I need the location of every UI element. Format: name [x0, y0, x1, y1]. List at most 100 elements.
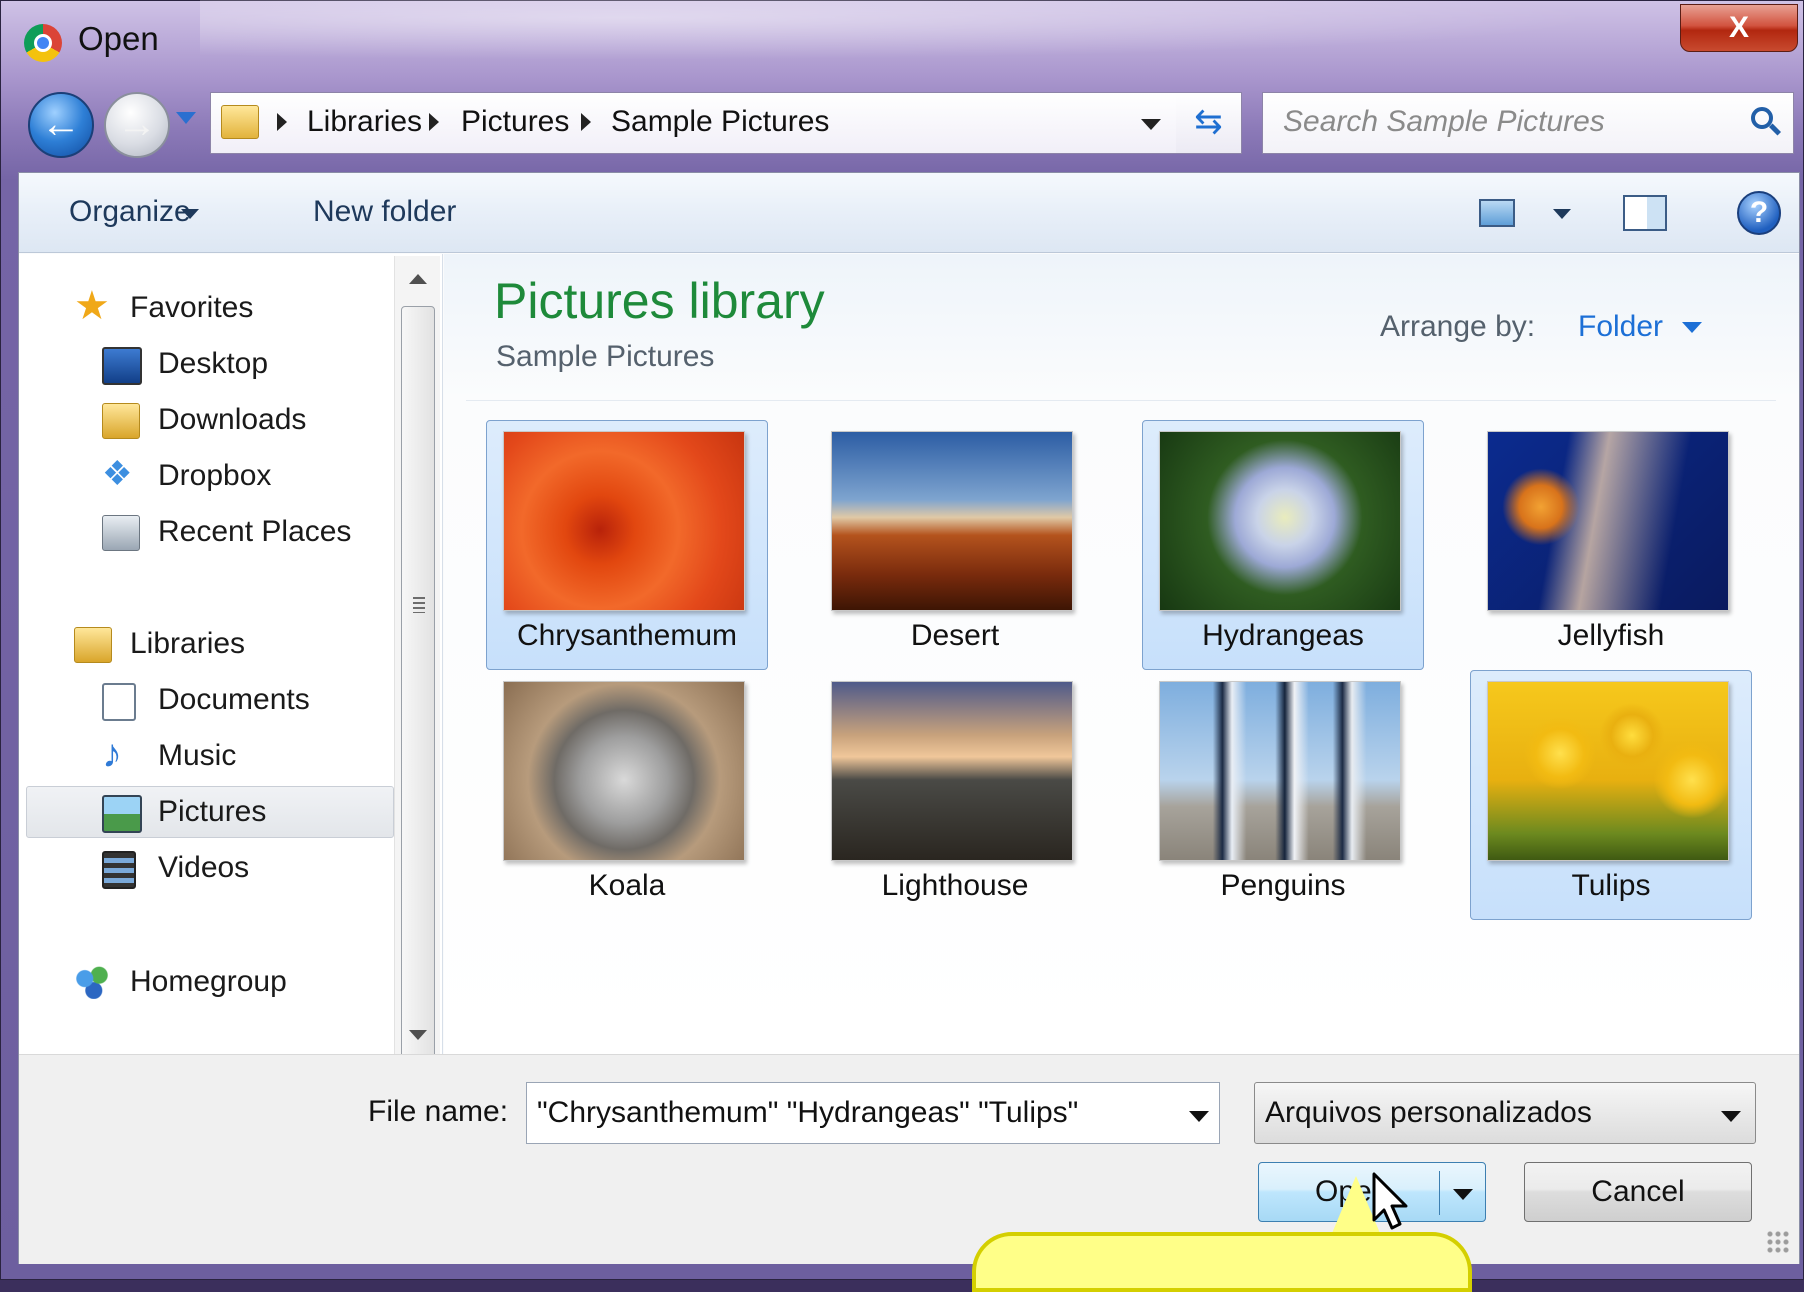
library-subtitle: Sample Pictures [496, 340, 715, 373]
callout-bubble [972, 1232, 1472, 1292]
jellyfish-thumbnail [1487, 431, 1729, 611]
mouse-cursor-icon [1372, 1172, 1408, 1230]
music-icon: ♪ [102, 732, 122, 776]
title-bar-glow [200, 0, 1600, 60]
chrysanthemum-thumbnail [503, 431, 745, 611]
file-tile-jellyfish[interactable]: Jellyfish [1470, 420, 1752, 670]
file-name-chevron-down-icon[interactable] [1189, 1111, 1209, 1122]
hydrangeas-thumbnail [1159, 431, 1401, 611]
nav-label: Music [158, 739, 237, 772]
search-box[interactable]: Search Sample Pictures [1262, 92, 1794, 154]
lighthouse-thumbnail [831, 681, 1073, 861]
address-bar[interactable]: Libraries Pictures Sample Pictures [210, 92, 1242, 154]
homegroup-icon [74, 965, 110, 999]
tulips-thumbnail [1487, 681, 1729, 861]
star-icon: ★ [74, 284, 110, 328]
back-button[interactable]: ← [28, 92, 94, 158]
file-type-select[interactable]: Arquivos personalizados [1254, 1082, 1756, 1144]
new-folder-button[interactable]: New folder [313, 195, 456, 229]
view-options-chevron-down-icon[interactable] [1553, 209, 1571, 219]
window-title: Open [78, 20, 159, 57]
nav-scrollbar[interactable] [394, 256, 440, 1066]
chrome-icon [24, 24, 62, 62]
cancel-button[interactable]: Cancel [1524, 1162, 1752, 1222]
command-bar: Organize New folder ? [19, 173, 1799, 253]
breadcrumb-separator-icon[interactable] [581, 113, 591, 131]
help-icon[interactable]: ? [1737, 191, 1781, 235]
penguins-thumbnail [1159, 681, 1401, 861]
file-name: Koala [588, 869, 666, 902]
pictures-icon [102, 795, 142, 833]
file-name: Chrysanthemum [516, 619, 738, 652]
file-name-field[interactable]: "Chrysanthemum" "Hydrangeas" "Tulips" [526, 1082, 1220, 1144]
close-button[interactable]: X [1680, 4, 1798, 52]
downloads-folder-icon [102, 403, 140, 439]
nav-label: Recent Places [158, 515, 352, 548]
arrange-by-dropdown[interactable]: Folder [1578, 310, 1663, 344]
nav-label: Dropbox [158, 459, 272, 492]
recent-locations-dropdown[interactable] [176, 112, 196, 124]
desert-thumbnail [831, 431, 1073, 611]
nav-label: Pictures [158, 795, 267, 828]
refresh-icon: ⇆ [1194, 103, 1223, 141]
arrange-by-label: Arrange by: [1380, 310, 1536, 343]
nav-label: Documents [158, 683, 310, 716]
divider [466, 400, 1776, 401]
file-name: Lighthouse [881, 869, 1029, 902]
file-type-value: Arquivos personalizados [1265, 1096, 1592, 1129]
breadcrumb-sample-pictures[interactable]: Sample Pictures [611, 105, 829, 139]
organize-button[interactable]: Organize [69, 195, 191, 229]
forward-arrow-icon: → [117, 102, 157, 146]
file-name: Penguins [1220, 869, 1346, 902]
organize-chevron-down-icon[interactable] [181, 209, 199, 219]
forward-button[interactable]: → [104, 92, 170, 158]
libraries-icon [74, 627, 112, 663]
file-tile-tulips[interactable]: Tulips [1470, 670, 1752, 920]
file-tile-lighthouse[interactable]: Lighthouse [814, 670, 1096, 920]
back-arrow-icon: ← [41, 102, 81, 146]
search-input[interactable]: Search Sample Pictures [1283, 105, 1605, 139]
file-type-chevron-down-icon[interactable] [1721, 1111, 1741, 1122]
documents-icon [102, 683, 136, 721]
scroll-down-icon[interactable] [409, 1030, 427, 1040]
change-view-icon[interactable] [1479, 199, 1515, 227]
koala-thumbnail [503, 681, 745, 861]
folder-icon [221, 105, 259, 139]
dropbox-icon: ❖ [102, 455, 133, 493]
scroll-up-icon[interactable] [409, 274, 427, 284]
address-dropdown-icon[interactable] [1141, 119, 1161, 130]
scroll-thumb[interactable] [401, 306, 435, 1066]
breadcrumb-libraries[interactable]: Libraries [307, 105, 422, 139]
nav-label: Desktop [158, 347, 269, 380]
breadcrumb-separator-icon[interactable] [429, 113, 439, 131]
cancel-button-label: Cancel [1591, 1175, 1685, 1208]
search-icon[interactable] [1751, 107, 1773, 129]
file-tile-koala[interactable]: Koala [486, 670, 768, 920]
breadcrumb-pictures[interactable]: Pictures [461, 105, 569, 139]
file-name: Desert [910, 619, 1000, 652]
file-tile-chrysanthemum[interactable]: Chrysanthemum [486, 420, 768, 670]
file-name: Jellyfish [1557, 619, 1665, 652]
nav-label: Homegroup [130, 965, 287, 998]
split-divider [1439, 1171, 1440, 1215]
nav-label: Libraries [130, 627, 246, 660]
desktop-icon [102, 347, 142, 385]
refresh-button[interactable]: ⇆ [1176, 92, 1242, 154]
arrange-chevron-down-icon[interactable] [1682, 322, 1702, 333]
file-tile-penguins[interactable]: Penguins [1142, 670, 1424, 920]
file-name: Tulips [1571, 869, 1651, 902]
videos-icon [102, 851, 136, 889]
nav-label: Videos [158, 851, 250, 884]
nav-label: Favorites [130, 291, 254, 324]
nav-label: Downloads [158, 403, 307, 436]
resize-grip-icon[interactable] [1766, 1230, 1790, 1254]
file-tile-desert[interactable]: Desert [814, 420, 1096, 670]
library-title: Pictures library [494, 273, 825, 329]
preview-pane-icon[interactable] [1623, 195, 1667, 231]
breadcrumb-separator-icon[interactable] [277, 113, 287, 131]
open-options-chevron-down-icon[interactable] [1453, 1189, 1473, 1200]
file-name-label: File name: [368, 1095, 509, 1128]
grip-icon [413, 597, 425, 613]
file-name-input[interactable]: "Chrysanthemum" "Hydrangeas" "Tulips" [537, 1096, 1078, 1130]
file-tile-hydrangeas[interactable]: Hydrangeas [1142, 420, 1424, 670]
